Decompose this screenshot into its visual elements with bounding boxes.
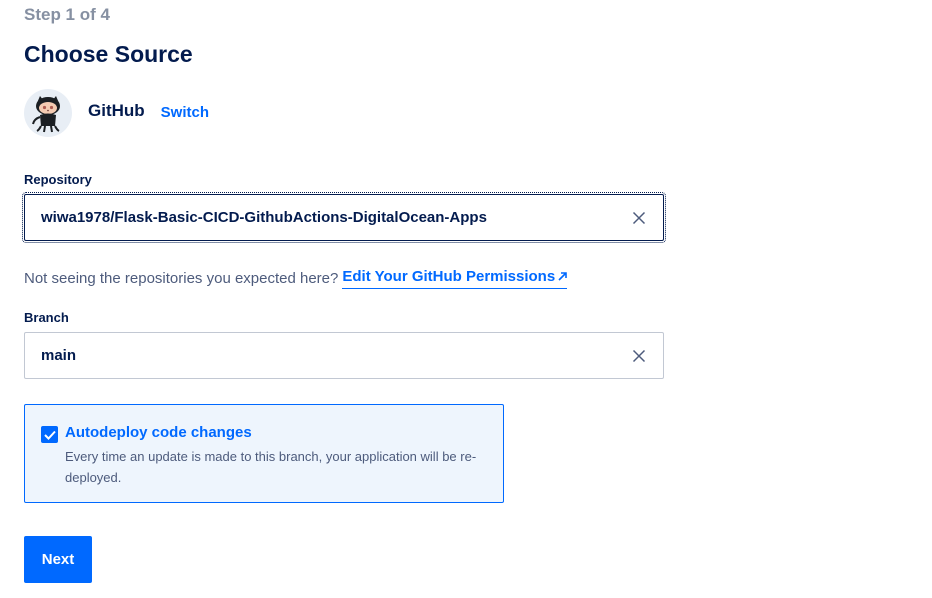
autodeploy-panel: Autodeploy code changes Every time an up… (24, 404, 504, 503)
close-icon (632, 349, 646, 362)
branch-label: Branch (24, 310, 69, 325)
source-provider-name: GitHub (88, 101, 145, 120)
repository-field (22, 192, 666, 243)
autodeploy-label[interactable]: Autodeploy code changes (65, 424, 252, 441)
switch-source-link[interactable]: Switch (161, 104, 209, 121)
octocat-icon (32, 96, 60, 133)
edit-permissions-link[interactable]: Edit Your GitHub Permissions (342, 268, 568, 289)
permissions-hint: Not seeing the repositories you expected… (24, 268, 568, 289)
permissions-hint-text: Not seeing the repositories you expected… (24, 270, 339, 287)
checkmark-icon (43, 430, 56, 440)
step-indicator: Step 1 of 4 (24, 5, 110, 24)
external-link-icon (558, 272, 567, 281)
source-row: GitHub Switch (24, 89, 209, 137)
branch-input[interactable] (25, 333, 615, 378)
clear-repository-button[interactable] (615, 195, 663, 240)
branch-field (24, 332, 664, 379)
edit-permissions-label: Edit Your GitHub Permissions (342, 268, 556, 285)
autodeploy-description: Every time an update is made to this bra… (65, 449, 477, 485)
repository-input[interactable] (25, 195, 615, 240)
avatar (24, 89, 72, 137)
next-button[interactable]: Next (24, 536, 92, 583)
close-icon (632, 211, 646, 224)
page-title: Choose Source (24, 41, 193, 67)
clear-branch-button[interactable] (615, 333, 663, 378)
repository-label: Repository (24, 172, 92, 187)
autodeploy-checkbox[interactable] (41, 426, 58, 443)
